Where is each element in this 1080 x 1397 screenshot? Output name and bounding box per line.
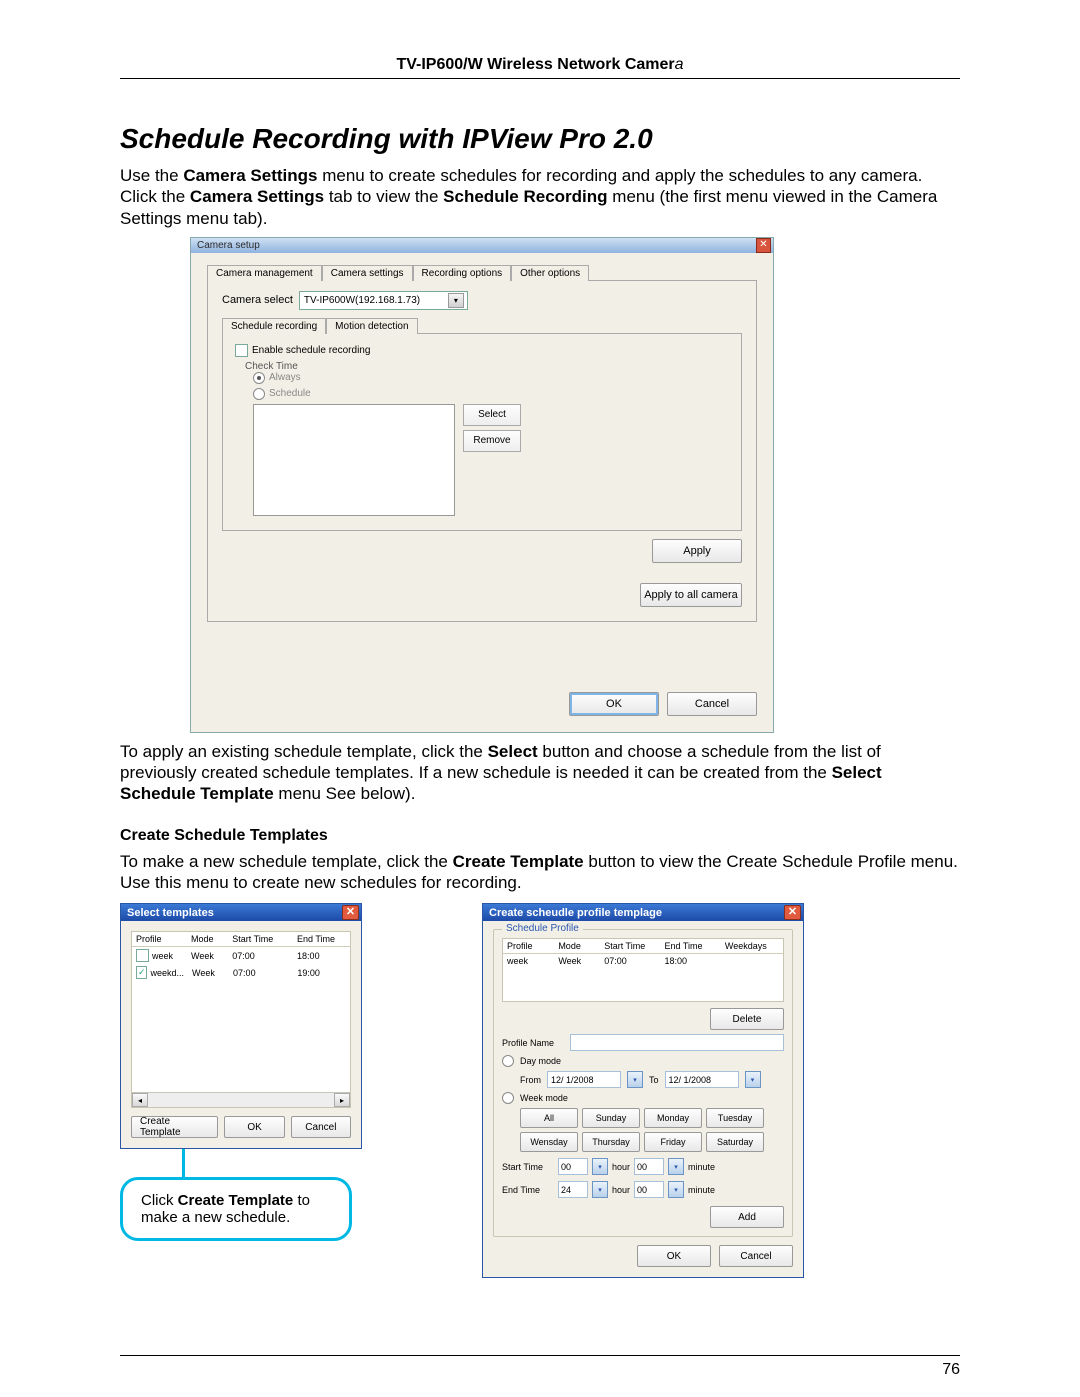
radio-always[interactable] — [253, 372, 265, 384]
camera-setup-dialog: Camera setup ✕ Camera management Camera … — [190, 237, 774, 733]
chevron-down-icon[interactable]: ▾ — [627, 1071, 643, 1088]
chevron-down-icon[interactable]: ▾ — [668, 1158, 684, 1175]
subtab-schedule-recording[interactable]: Schedule recording — [222, 318, 326, 334]
remove-schedule-button[interactable]: Remove — [463, 430, 521, 452]
apply-all-button[interactable]: Apply to all camera — [640, 583, 742, 607]
create-template-button[interactable]: Create Template — [131, 1116, 218, 1138]
ok-button[interactable]: OK — [224, 1116, 284, 1138]
ok-button[interactable]: OK — [637, 1245, 711, 1267]
camera-select-combo[interactable]: TV-IP600W(192.168.1.73) ▾ — [299, 291, 468, 310]
select-schedule-button[interactable]: Select — [463, 404, 521, 426]
cancel-button[interactable]: Cancel — [719, 1245, 793, 1267]
day-monday-button[interactable]: Monday — [644, 1108, 702, 1128]
chevron-down-icon[interactable]: ▾ — [448, 293, 464, 308]
intro-paragraph: Use the Camera Settings menu to create s… — [120, 165, 960, 229]
schedule-profile-list[interactable]: Profile Mode Start Time End Time Weekday… — [502, 938, 784, 1002]
list-item[interactable]: ✓ weekd... Week 07:00 19:00 — [132, 964, 350, 981]
day-all-button[interactable]: All — [520, 1108, 578, 1128]
add-button[interactable]: Add — [710, 1206, 784, 1228]
create-schedule-dialog: Create scheudle profile templage ✕ Sched… — [482, 903, 804, 1278]
chevron-down-icon[interactable]: ▾ — [592, 1181, 608, 1198]
to-date-input[interactable]: 12/ 1/2008 — [665, 1071, 739, 1088]
tab-recording-options[interactable]: Recording options — [413, 265, 512, 281]
chevron-down-icon[interactable]: ▾ — [592, 1158, 608, 1175]
weekday-buttons: All Sunday Monday Tuesday Wensday Thursd… — [520, 1108, 784, 1152]
tab-camera-settings[interactable]: Camera settings — [322, 265, 413, 281]
row-checkbox[interactable]: ✓ — [136, 966, 147, 979]
start-time-label: Start Time — [502, 1162, 554, 1172]
start-hour-input[interactable]: 00 — [558, 1158, 588, 1175]
day-wednesday-button[interactable]: Wensday — [520, 1132, 578, 1152]
end-time-label: End Time — [502, 1185, 554, 1195]
create-schedule-titlebar: Create scheudle profile templage ✕ — [483, 904, 803, 921]
tab-other-options[interactable]: Other options — [511, 265, 589, 281]
schedule-listbox[interactable] — [253, 404, 455, 516]
profile-name-input[interactable] — [570, 1034, 784, 1051]
camera-setup-title: Camera setup — [197, 240, 260, 251]
close-icon[interactable]: ✕ — [756, 238, 771, 253]
end-hour-input[interactable]: 24 — [558, 1181, 588, 1198]
radio-day-mode[interactable] — [502, 1055, 514, 1067]
select-templates-title: Select templates — [127, 907, 214, 919]
enable-schedule-label: Enable schedule recording — [252, 345, 370, 356]
day-sunday-button[interactable]: Sunday — [582, 1108, 640, 1128]
select-templates-dialog: Select templates ✕ Profile Mode Start Ti… — [120, 903, 362, 1149]
row-checkbox[interactable] — [136, 949, 149, 962]
day-saturday-button[interactable]: Saturday — [706, 1132, 764, 1152]
create-schedule-title: Create scheudle profile templage — [489, 907, 662, 919]
day-tuesday-button[interactable]: Tuesday — [706, 1108, 764, 1128]
tab-camera-management[interactable]: Camera management — [207, 265, 322, 281]
callout-box: Click Create Template to make a new sche… — [120, 1177, 352, 1241]
close-icon[interactable]: ✕ — [784, 905, 801, 920]
from-date-input[interactable]: 12/ 1/2008 — [547, 1071, 621, 1088]
radio-week-mode[interactable] — [502, 1092, 514, 1104]
start-minute-input[interactable]: 00 — [634, 1158, 664, 1175]
apply-button[interactable]: Apply — [652, 539, 742, 563]
mid-paragraph: To apply an existing schedule template, … — [120, 741, 960, 805]
select-templates-titlebar: Select templates ✕ — [121, 904, 361, 921]
day-friday-button[interactable]: Friday — [644, 1132, 702, 1152]
delete-button[interactable]: Delete — [710, 1008, 784, 1030]
enable-schedule-checkbox[interactable] — [235, 344, 248, 357]
day-thursday-button[interactable]: Thursday — [582, 1132, 640, 1152]
profile-name-label: Profile Name — [502, 1038, 564, 1048]
cancel-button[interactable]: Cancel — [291, 1116, 351, 1138]
sub-heading: Create Schedule Templates — [120, 827, 960, 845]
subtab-motion-detection[interactable]: Motion detection — [326, 318, 417, 334]
check-time-label: Check Time — [245, 361, 729, 372]
camera-setup-tabs: Camera management Camera settings Record… — [207, 265, 757, 281]
list-item[interactable]: week Week 07:00 18:00 — [132, 947, 350, 964]
schedule-profile-group: Schedule Profile Profile Mode Start Time… — [493, 929, 793, 1237]
sub-paragraph: To make a new schedule template, click t… — [120, 851, 960, 894]
scroll-left-icon[interactable]: ◂ — [132, 1093, 148, 1107]
radio-schedule[interactable] — [253, 388, 265, 400]
product-tail: a — [675, 56, 684, 73]
templates-list[interactable]: Profile Mode Start Time End Time week We… — [131, 931, 351, 1093]
product-name: TV-IP600/W Wireless Network Camer — [396, 56, 674, 73]
camera-setup-titlebar: Camera setup ✕ — [191, 238, 773, 253]
callout-connector — [182, 1149, 185, 1177]
doc-header: TV-IP600/W Wireless Network Camera — [120, 56, 960, 79]
scroll-right-icon[interactable]: ▸ — [334, 1093, 350, 1107]
chevron-down-icon[interactable]: ▾ — [745, 1071, 761, 1088]
close-icon[interactable]: ✕ — [342, 905, 359, 920]
camera-select-value: TV-IP600W(192.168.1.73) — [304, 295, 420, 306]
list-item[interactable]: week Week 07:00 18:00 — [503, 954, 783, 968]
camera-select-label: Camera select — [222, 294, 293, 306]
page-number: 76 — [120, 1355, 960, 1379]
end-minute-input[interactable]: 00 — [634, 1181, 664, 1198]
horizontal-scrollbar[interactable]: ◂ ▸ — [131, 1093, 351, 1108]
section-title: Schedule Recording with IPView Pro 2.0 — [120, 123, 960, 155]
chevron-down-icon[interactable]: ▾ — [668, 1181, 684, 1198]
cancel-button[interactable]: Cancel — [667, 692, 757, 716]
ok-button[interactable]: OK — [569, 692, 659, 716]
